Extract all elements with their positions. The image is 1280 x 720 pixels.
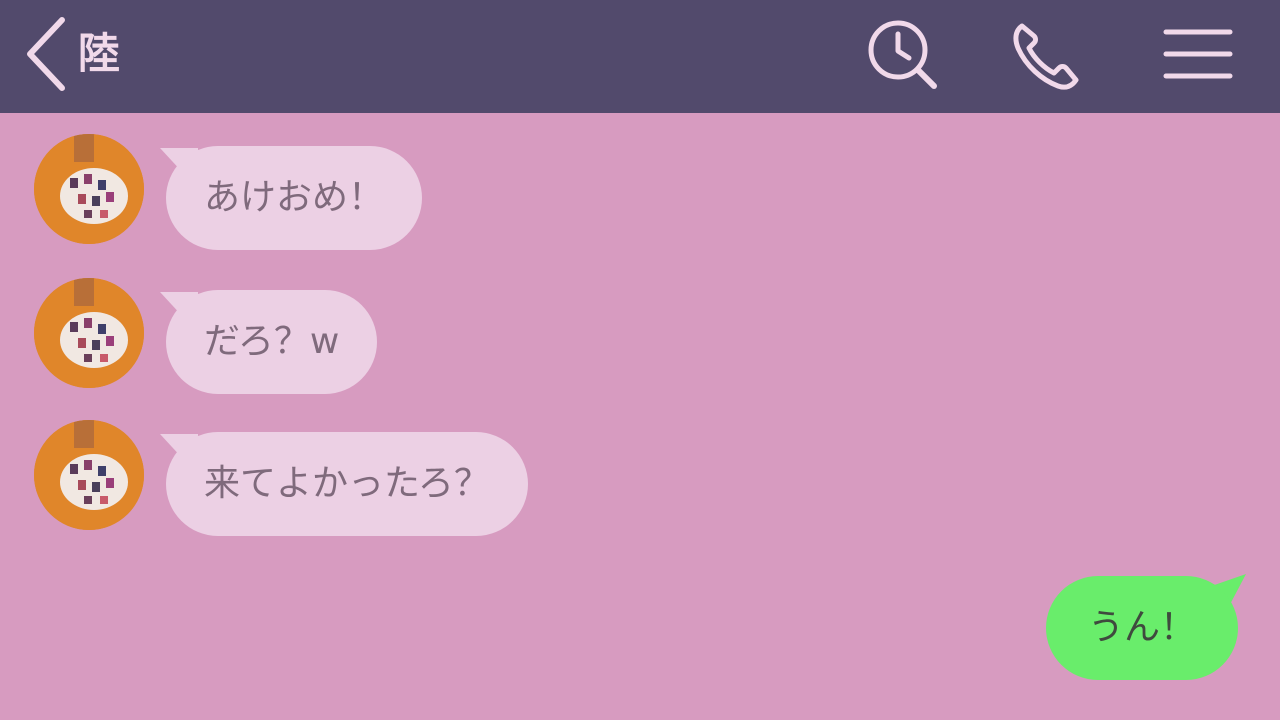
message-bubble[interactable]: 来てよかったろ？ (166, 432, 528, 536)
message-bubble-outgoing[interactable]: うん！ (1046, 576, 1238, 680)
message-text: だろ？w (204, 321, 340, 362)
message-row-incoming: だろ？w (0, 278, 1280, 394)
message-text: あけおめ！ (204, 177, 385, 218)
avatar-photo-icon (34, 278, 144, 388)
clock-search-icon (868, 20, 937, 89)
menu-button[interactable] (1160, 18, 1236, 94)
chat-header: 陸 (0, 0, 1280, 113)
avatar[interactable] (34, 420, 144, 530)
call-button[interactable] (1008, 18, 1084, 94)
message-bubble[interactable]: あけおめ！ (166, 146, 423, 250)
back-chevron-icon (27, 17, 65, 91)
phone-icon (1013, 23, 1079, 90)
hamburger-menu-icon (1163, 29, 1233, 79)
avatar[interactable] (34, 134, 144, 244)
message-bubble[interactable]: だろ？w (166, 290, 378, 394)
avatar[interactable] (34, 278, 144, 388)
message-text: 来てよかったろ？ (204, 463, 490, 504)
avatar-photo-icon (34, 134, 144, 244)
contact-name: 陸 (78, 29, 121, 78)
search-button[interactable] (864, 18, 940, 94)
message-text: うん！ (1087, 607, 1196, 648)
message-row-incoming: 来てよかったろ？ (0, 420, 1280, 536)
back-button[interactable] (22, 14, 72, 94)
message-row-incoming: あけおめ！ (0, 134, 1280, 250)
avatar-photo-icon (34, 420, 144, 530)
